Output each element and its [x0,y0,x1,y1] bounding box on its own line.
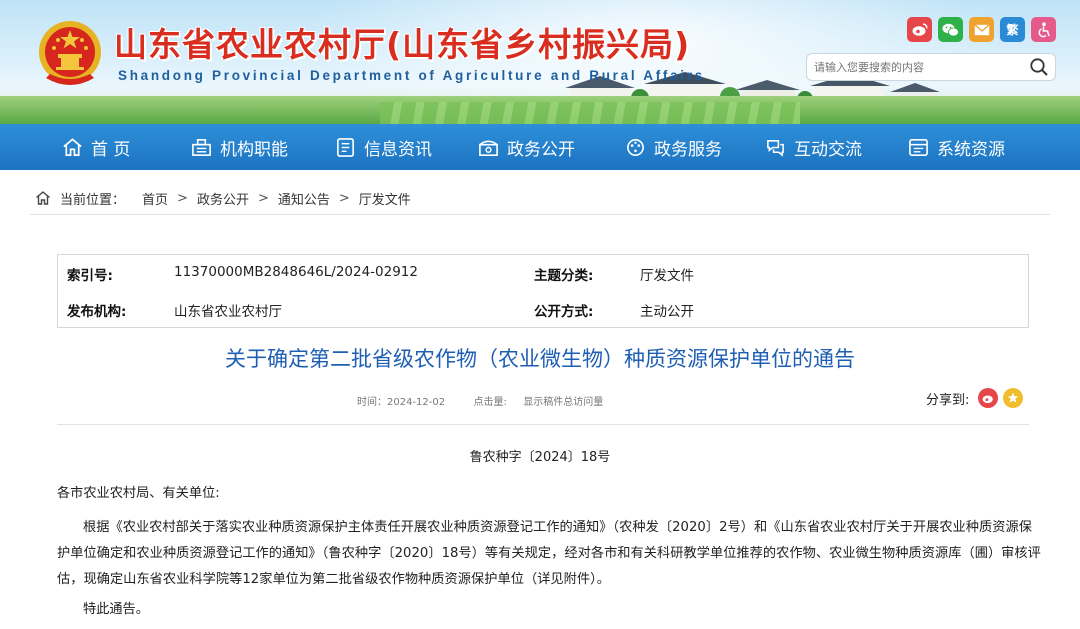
meta-disclosure-label: 公开方式: [534,300,593,320]
wechat-icon[interactable] [938,17,963,42]
meta-publisher-label: 发布机构: [67,300,126,320]
article-title: 关于确定第二批省级农作物（农业微生物）种质资源保护单位的通告 [0,343,1080,373]
accessibility-icon[interactable] [1031,17,1056,42]
breadcrumb-separator: > [339,191,350,206]
breadcrumb-link-notices[interactable]: 通知公告 [278,189,330,208]
nav-item-news[interactable]: 信息资讯 [335,124,432,170]
share-bar: 分享到: [926,388,1023,408]
clicks-value: 显示稿件总访问量 [523,397,603,408]
breadcrumb-separator: > [177,191,188,206]
meta-index-value: 11370000MB2848646L/2024-02912 [174,264,418,280]
meta-category-label: 主题分类: [534,264,593,284]
breadcrumb-link-home[interactable]: 首页 [142,189,168,208]
meta-category-value: 厅发文件 [640,264,694,284]
org-icon [191,137,212,158]
breadcrumb-divider [30,214,1050,215]
search-icon[interactable] [1029,57,1049,77]
home-icon [62,137,83,158]
search-input[interactable] [807,54,1017,80]
document-number: 鲁农种字〔2024〕18号 [0,446,1080,465]
time-value: 2024-12-02 [387,397,445,408]
mail-icon[interactable] [969,17,994,42]
meta-publisher-value: 山东省农业农村厅 [174,300,282,320]
nav-label: 政务公开 [507,135,575,160]
gov-open-icon [478,137,499,158]
nav-label: 信息资讯 [364,135,432,160]
home-icon [35,190,51,206]
article-closing: 特此通告。 [83,597,149,623]
nav-item-system[interactable]: 系统资源 [908,124,1005,170]
breadcrumb-link-dept-docs[interactable]: 厅发文件 [359,189,411,208]
banner-field-rows [380,102,800,124]
meta-index-label: 索引号: [67,264,113,284]
interact-icon [765,137,786,158]
header-banner: 山东省农业农村厅(山东省乡村振兴局) Shandong Provincial D… [0,0,1080,124]
nav-label: 首 页 [91,135,130,160]
nav-item-home[interactable]: 首 页 [62,124,130,170]
nav-label: 互动交流 [794,135,862,160]
share-label: 分享到: [926,389,969,408]
main-nav: 首 页 机构职能 信息资讯 政务公开 政务服务 互动交流 系统资源 [0,124,1080,170]
document-meta-table: 索引号: 11370000MB2848646L/2024-02912 主题分类:… [57,254,1029,328]
national-emblem-icon [36,18,104,92]
site-subtitle: Shandong Provincial Department of Agricu… [118,68,705,83]
breadcrumb-link-gov-open[interactable]: 政务公开 [197,189,249,208]
service-icon [625,137,646,158]
search-box [806,53,1056,81]
clicks-label: 点击量: [474,397,507,408]
top-tool-icons: 繁 [907,17,1056,42]
share-favorite-icon[interactable] [1003,388,1023,408]
nav-item-org[interactable]: 机构职能 [191,124,288,170]
article-salutation: 各市农业农村局、有关单位: [57,481,220,507]
time-label: 时间： [357,397,387,408]
share-weibo-icon[interactable] [978,388,998,408]
weibo-icon[interactable] [907,17,932,42]
article-divider [57,424,1029,425]
nav-item-service[interactable]: 政务服务 [625,124,722,170]
site-title: 山东省农业农村厅(山东省乡村振兴局) [114,18,690,66]
nav-label: 机构职能 [220,135,288,160]
nav-item-interact[interactable]: 互动交流 [765,124,862,170]
nav-label: 政务服务 [654,135,722,160]
news-icon [335,137,356,158]
breadcrumb-separator: > [258,191,269,206]
nav-item-gov-open[interactable]: 政务公开 [478,124,575,170]
article-meta: 时间：2024-12-02 点击量: 显示稿件总访问量 [357,393,603,408]
meta-disclosure-value: 主动公开 [640,300,694,320]
traditional-chinese-icon[interactable]: 繁 [1000,17,1025,42]
system-icon [908,137,929,158]
breadcrumb-label: 当前位置： [60,189,125,208]
nav-label: 系统资源 [937,135,1005,160]
breadcrumb: 当前位置： 首页 > 政务公开 > 通知公告 > 厅发文件 [35,185,411,211]
article-body-paragraph: 根据《农业农村部关于落实农业种质资源保护主体责任开展农业种质资源登记工作的通知》… [57,515,1042,593]
